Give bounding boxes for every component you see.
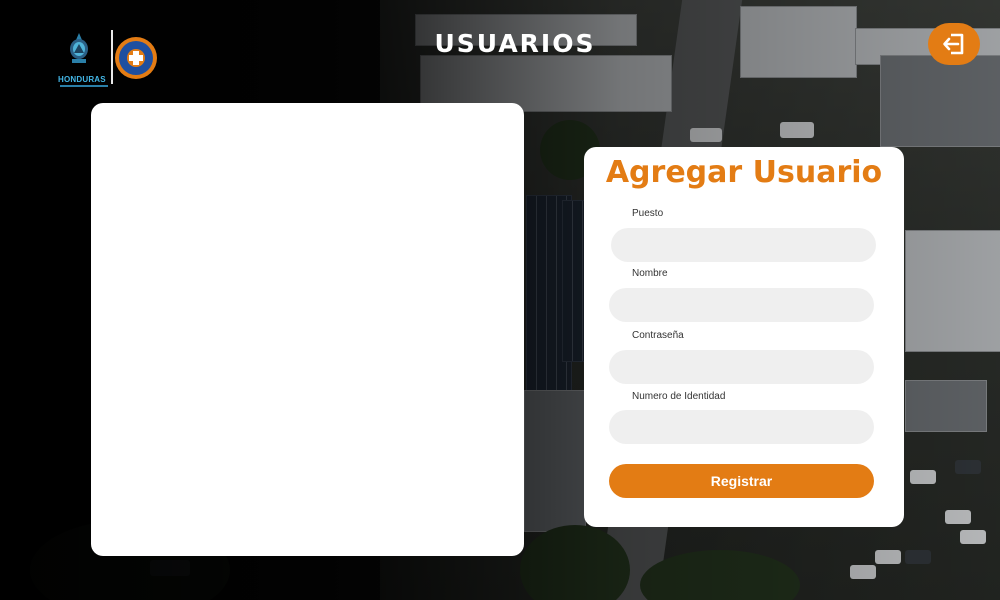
- copeco-logo-icon: [115, 37, 157, 79]
- logo-group: HONDURAS: [56, 30, 166, 90]
- page-title: USUARIOS: [434, 29, 596, 58]
- puesto-input[interactable]: [611, 228, 876, 262]
- nombre-input[interactable]: [609, 288, 874, 322]
- add-user-form: Agregar Usuario Puesto Nombre Contraseña…: [584, 147, 904, 527]
- contrasena-label: Contraseña: [632, 330, 684, 341]
- identidad-label: Numero de Identidad: [632, 391, 726, 402]
- logo-divider: [111, 30, 113, 84]
- identidad-input[interactable]: [609, 410, 874, 444]
- form-title: Agregar Usuario: [605, 155, 883, 190]
- contrasena-input[interactable]: [609, 350, 874, 384]
- nombre-label: Nombre: [632, 268, 668, 279]
- honduras-wordmark: HONDURAS: [58, 75, 106, 84]
- user-list-panel: [91, 103, 524, 556]
- logout-button[interactable]: [928, 23, 980, 65]
- logout-arrow-icon: [943, 33, 964, 55]
- register-button[interactable]: Registrar: [609, 464, 874, 498]
- puesto-label: Puesto: [632, 208, 664, 219]
- honduras-emblem-icon: [70, 33, 88, 63]
- honduras-underline: [60, 85, 108, 87]
